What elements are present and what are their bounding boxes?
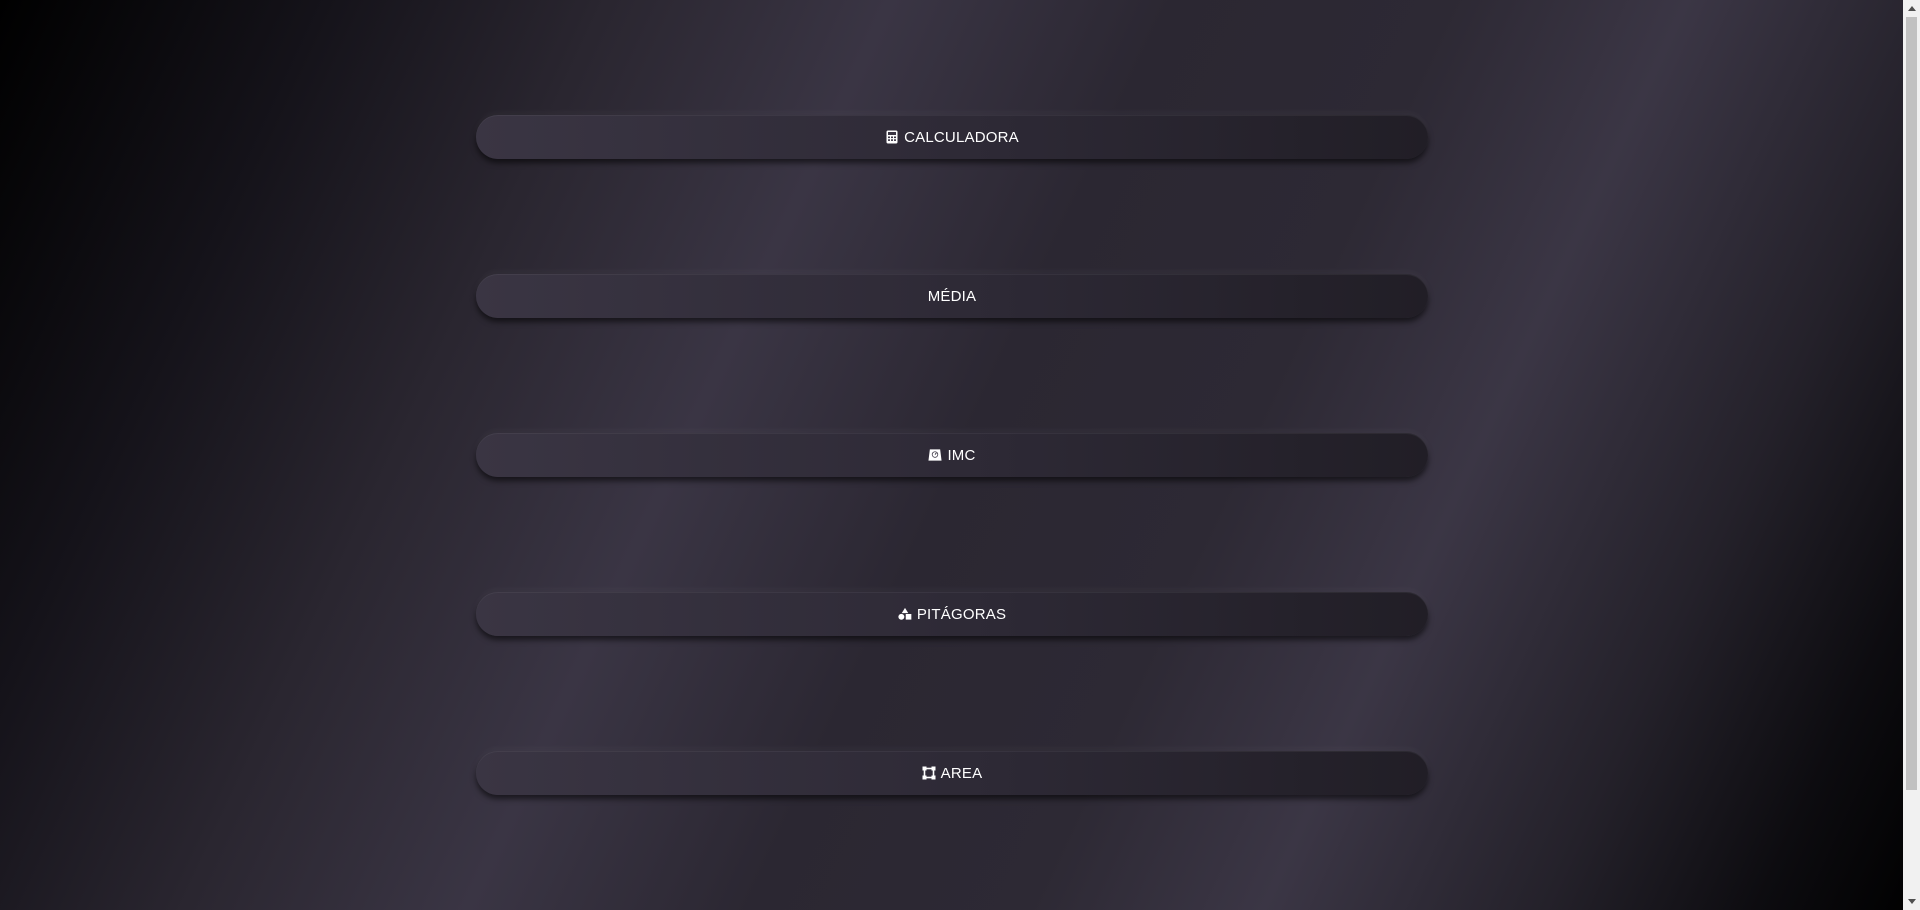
area-label: AREA <box>940 764 983 782</box>
shapes-icon <box>898 607 912 621</box>
page-background: CALCULADORA MÉDIA IMC PITÁGORAS AREA <box>0 0 1903 910</box>
calculadora-label: CALCULADORA <box>904 128 1019 146</box>
scroll-down-arrow-icon[interactable] <box>1903 893 1920 910</box>
scrollbar-thumb[interactable] <box>1906 17 1917 790</box>
vertical-scrollbar[interactable] <box>1903 0 1920 910</box>
media-label: MÉDIA <box>927 287 977 305</box>
media-button[interactable]: MÉDIA <box>476 274 1428 318</box>
imc-label: IMC <box>947 446 976 464</box>
calculadora-button[interactable]: CALCULADORA <box>476 115 1428 159</box>
area-icon <box>922 766 936 780</box>
scroll-up-arrow-icon[interactable] <box>1903 0 1920 17</box>
calculator-icon <box>885 130 899 144</box>
scale-icon <box>928 448 942 462</box>
pitagoras-button[interactable]: PITÁGORAS <box>476 592 1428 636</box>
area-button[interactable]: AREA <box>476 751 1428 795</box>
imc-button[interactable]: IMC <box>476 433 1428 477</box>
pitagoras-label: PITÁGORAS <box>916 605 1007 623</box>
